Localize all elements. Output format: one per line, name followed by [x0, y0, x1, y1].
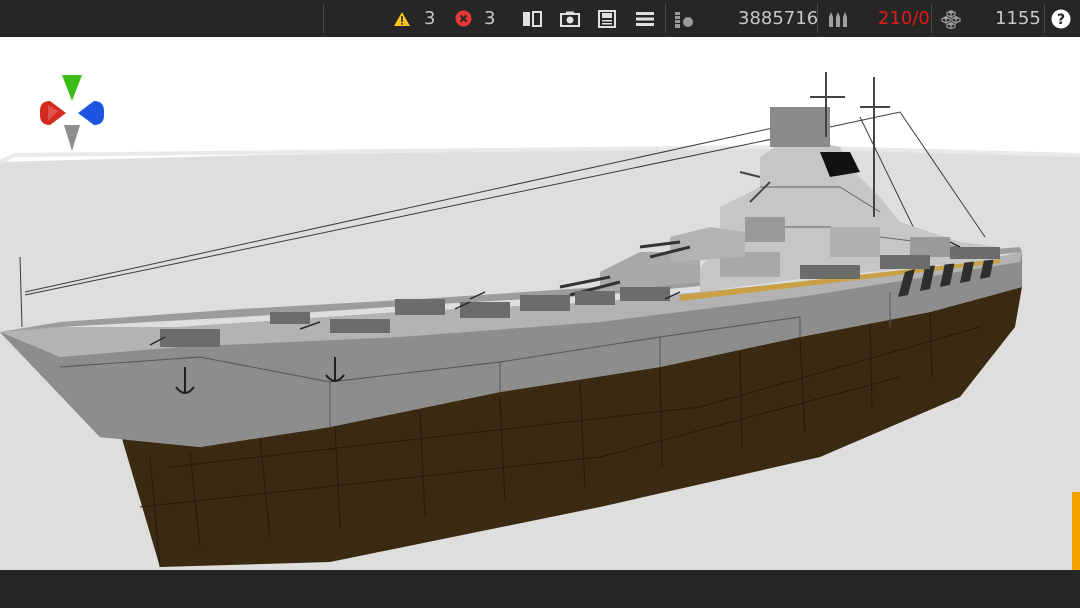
z-axis-arrow [78, 101, 104, 125]
divider [931, 4, 932, 33]
warnings-count: 3 [424, 8, 436, 29]
menu-icon[interactable] [636, 0, 654, 37]
cost-value: 3885716 [738, 8, 819, 29]
3d-viewport[interactable] [0, 37, 1080, 570]
error-icon[interactable] [455, 0, 472, 37]
ammo-icon [827, 0, 849, 37]
ship-scene [0, 72, 1080, 570]
errors-count: 3 [484, 8, 496, 29]
help-icon[interactable]: ? [1051, 0, 1071, 37]
divider [817, 4, 818, 33]
svg-text:?: ? [1057, 12, 1065, 28]
split-view-icon[interactable] [522, 0, 542, 37]
weight-value: 1155 [995, 8, 1041, 29]
camera-icon[interactable] [560, 0, 580, 37]
top-toolbar: 3 3 3885716 210/0 1155 ? [0, 0, 1080, 37]
y-axis-arrow [62, 75, 82, 101]
divider [1044, 4, 1045, 33]
active-tool-indicator [0, 570, 1080, 608]
weight-blocks-icon [940, 0, 962, 37]
axis-gizmo[interactable] [38, 75, 106, 153]
save-icon[interactable] [598, 0, 616, 37]
divider [665, 4, 666, 33]
cost-icon [674, 0, 696, 37]
side-panel-handle[interactable] [1072, 492, 1080, 570]
warning-icon[interactable] [393, 0, 411, 37]
ammo-value: 210/0 [878, 8, 930, 29]
divider [323, 4, 324, 33]
